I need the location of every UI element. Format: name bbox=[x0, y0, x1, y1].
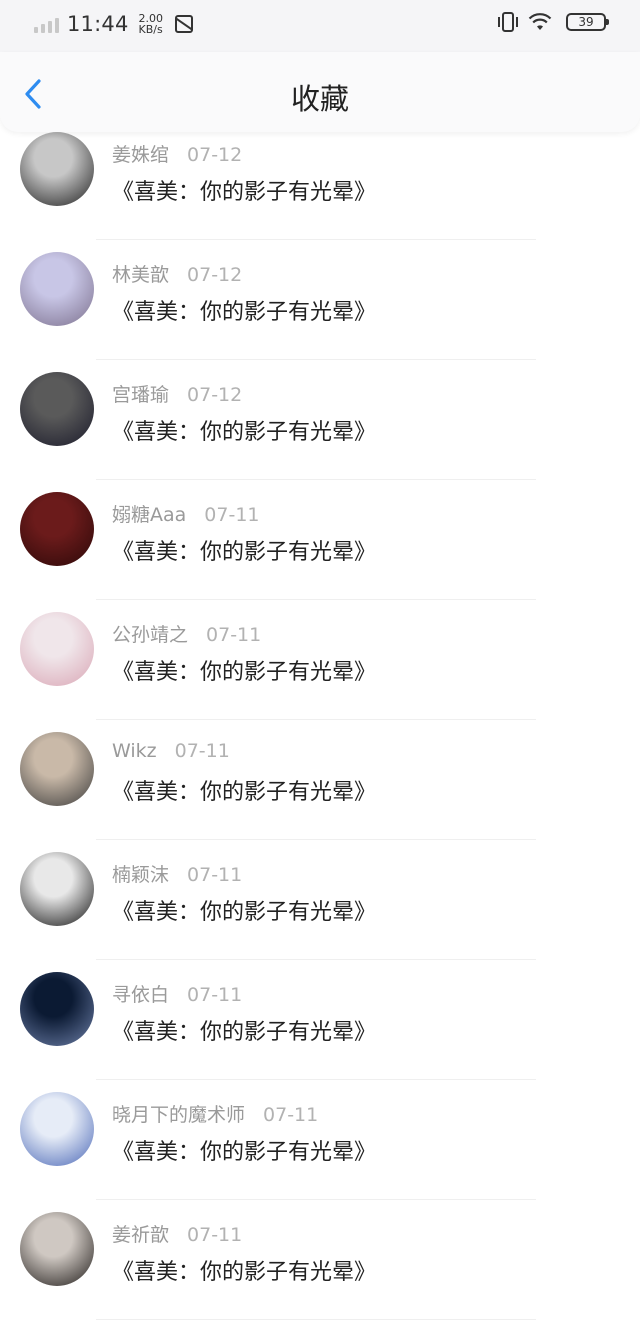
item-date: 07-11 bbox=[206, 624, 262, 646]
item-meta: 宫璠瑜 07-12 bbox=[112, 380, 242, 407]
item-date: 07-12 bbox=[187, 384, 243, 406]
item-meta: 公孙靖之 07-11 bbox=[112, 620, 261, 647]
status-right: 39 bbox=[498, 12, 609, 32]
list-item[interactable]: 姜姝绾 07-12 《喜美：你的影子有光晕》 bbox=[0, 120, 640, 240]
avatar bbox=[20, 372, 94, 446]
avatar bbox=[20, 612, 94, 686]
user-name: 楠颖沫 bbox=[112, 864, 170, 886]
item-title: 《喜美：你的影子有光晕》 bbox=[112, 180, 377, 205]
item-date: 07-11 bbox=[263, 1104, 319, 1126]
favorites-list: 姜姝绾 07-12 《喜美：你的影子有光晕》 林美歆 07-12 《喜美：你的影子有… bbox=[0, 120, 640, 1320]
notification-icon bbox=[175, 15, 194, 33]
user-name: 姜祈歆 bbox=[112, 1224, 170, 1246]
item-date: 07-12 bbox=[187, 144, 243, 166]
page-title: 收藏 bbox=[290, 82, 349, 116]
item-title: 《喜美：你的影子有光晕》 bbox=[112, 300, 377, 325]
item-title: 《喜美：你的影子有光晕》 bbox=[112, 540, 377, 565]
item-meta: 寻依白 07-11 bbox=[112, 980, 242, 1007]
status-left: 11:44 2.00 KB/s bbox=[34, 12, 194, 36]
user-name: 姜姝绾 bbox=[112, 144, 170, 166]
item-title: 《喜美：你的影子有光晕》 bbox=[112, 1140, 377, 1165]
item-date: 07-12 bbox=[187, 264, 243, 286]
list-item[interactable]: Wikz 07-11 《喜美：你的影子有光晕》 bbox=[0, 720, 640, 840]
avatar bbox=[20, 252, 94, 326]
navigation-bar: 收藏 bbox=[0, 52, 640, 132]
item-meta: 晓月下的魔术师 07-11 bbox=[112, 1100, 318, 1127]
user-name: 晓月下的魔术师 bbox=[112, 1104, 246, 1126]
item-title: 《喜美：你的影子有光晕》 bbox=[112, 1020, 377, 1045]
item-meta: Wikz 07-11 bbox=[112, 740, 230, 762]
item-date: 07-11 bbox=[187, 1224, 243, 1246]
network-speed-unit: KB/s bbox=[138, 23, 163, 36]
network-speed: 2.00 KB/s bbox=[139, 13, 164, 35]
avatar bbox=[20, 492, 94, 566]
item-title: 《喜美：你的影子有光晕》 bbox=[112, 660, 377, 685]
item-date: 07-11 bbox=[187, 984, 243, 1006]
item-meta: 林美歆 07-12 bbox=[112, 260, 242, 287]
list-item[interactable]: 宫璠瑜 07-12 《喜美：你的影子有光晕》 bbox=[0, 360, 640, 480]
avatar bbox=[20, 1212, 94, 1286]
item-date: 07-11 bbox=[187, 864, 243, 886]
wifi-icon bbox=[528, 12, 552, 32]
clock: 11:44 bbox=[67, 12, 129, 36]
item-title: 《喜美：你的影子有光晕》 bbox=[112, 420, 377, 445]
avatar bbox=[20, 132, 94, 206]
item-title: 《喜美：你的影子有光晕》 bbox=[112, 780, 377, 805]
list-item[interactable]: 姜祈歆 07-11 《喜美：你的影子有光晕》 bbox=[0, 1200, 640, 1320]
signal-icon bbox=[34, 15, 59, 33]
item-meta: 嫋糖Aaa 07-11 bbox=[112, 500, 260, 527]
avatar bbox=[20, 972, 94, 1046]
user-name: 寻依白 bbox=[112, 984, 170, 1006]
item-date: 07-11 bbox=[204, 504, 260, 526]
user-name: Wikz bbox=[112, 740, 157, 762]
avatar bbox=[20, 732, 94, 806]
item-meta: 楠颖沫 07-11 bbox=[112, 860, 242, 887]
user-name: 嫋糖Aaa bbox=[112, 504, 187, 526]
item-title: 《喜美：你的影子有光晕》 bbox=[112, 900, 377, 925]
battery-level: 39 bbox=[578, 15, 594, 29]
status-bar: 11:44 2.00 KB/s 39 bbox=[0, 0, 640, 52]
item-meta: 姜祈歆 07-11 bbox=[112, 1220, 242, 1247]
list-item[interactable]: 寻依白 07-11 《喜美：你的影子有光晕》 bbox=[0, 960, 640, 1080]
avatar bbox=[20, 1092, 94, 1166]
list-item[interactable]: 嫋糖Aaa 07-11 《喜美：你的影子有光晕》 bbox=[0, 480, 640, 600]
item-meta: 姜姝绾 07-12 bbox=[112, 140, 242, 167]
avatar bbox=[20, 852, 94, 926]
list-item[interactable]: 晓月下的魔术师 07-11 《喜美：你的影子有光晕》 bbox=[0, 1080, 640, 1200]
item-title: 《喜美：你的影子有光晕》 bbox=[112, 1260, 377, 1285]
item-date: 07-11 bbox=[174, 740, 230, 762]
user-name: 公孙靖之 bbox=[112, 624, 189, 646]
list-item[interactable]: 楠颖沫 07-11 《喜美：你的影子有光晕》 bbox=[0, 840, 640, 960]
list-item[interactable]: 林美歆 07-12 《喜美：你的影子有光晕》 bbox=[0, 240, 640, 360]
list-item[interactable]: 公孙靖之 07-11 《喜美：你的影子有光晕》 bbox=[0, 600, 640, 720]
user-name: 宫璠瑜 bbox=[112, 384, 170, 406]
vibrate-icon bbox=[498, 12, 518, 32]
battery-icon: 39 bbox=[566, 13, 609, 31]
user-name: 林美歆 bbox=[112, 264, 170, 286]
